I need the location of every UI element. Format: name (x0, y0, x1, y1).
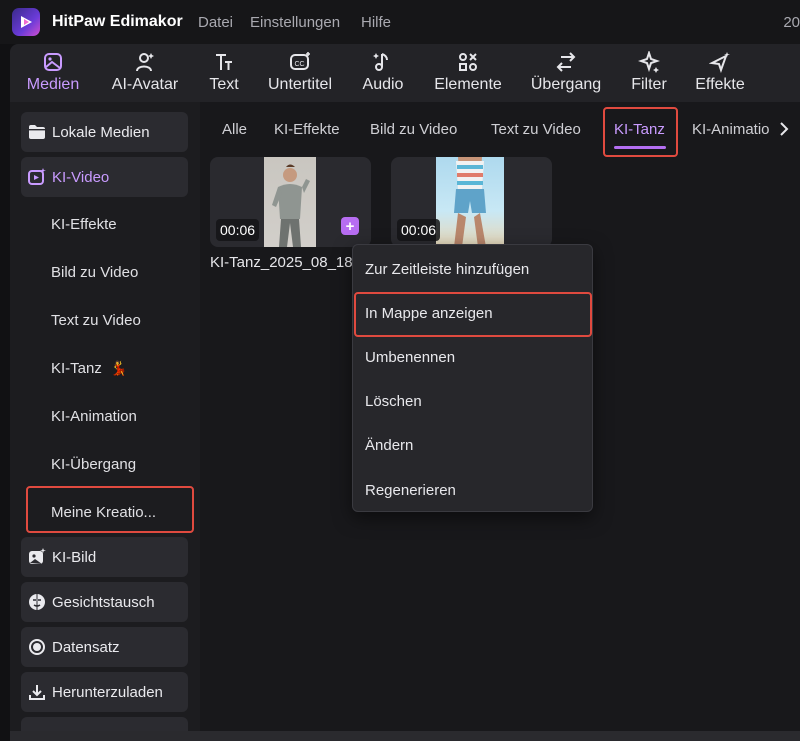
elements-icon (455, 50, 481, 74)
media-card-1[interactable]: 00:06 + (210, 157, 371, 247)
sidebar-item-label: Herunterzuladen (52, 683, 163, 701)
sidebar-sub-ki-tanz[interactable]: KI-Tanz 💃 (51, 360, 127, 377)
title-right-text: 20 (783, 14, 800, 31)
sidebar-sub-bild-zu-video[interactable]: Bild zu Video (51, 264, 138, 281)
menu-datei[interactable]: Datei (198, 14, 233, 31)
avatar-icon (132, 50, 158, 74)
filter-icon (636, 50, 662, 74)
tool-label: Elemente (434, 76, 502, 93)
dataset-icon (27, 637, 47, 657)
tab-ki-animation[interactable]: KI-Animatio (692, 121, 778, 138)
menu-item-add-to-timeline[interactable]: Zur Zeitleiste hinzufügen (365, 261, 529, 278)
tool-filter[interactable]: Filter (624, 44, 674, 102)
video-thumbnail (436, 157, 504, 247)
tab-bild-zu-video[interactable]: Bild zu Video (370, 121, 457, 138)
sidebar-sub-ki-uebergang[interactable]: KI-Übergang (51, 456, 136, 473)
sidebar-sub-ki-animation[interactable]: KI-Animation (51, 408, 137, 425)
sidebar-sub-label: KI-Tanz (51, 360, 102, 377)
sidebar: Lokale Medien KI-Video KI-Effekte Bild z… (10, 102, 200, 741)
highlight-ki-tanz-tab (603, 107, 678, 157)
face-swap-icon (27, 592, 47, 612)
tool-elemente[interactable]: Elemente (430, 44, 506, 102)
tool-text[interactable]: Text (202, 44, 246, 102)
sidebar-item-datensatz[interactable]: Datensatz (21, 627, 188, 667)
ai-image-icon (27, 547, 47, 567)
tab-ki-effekte[interactable]: KI-Effekte (274, 121, 340, 138)
add-icon[interactable]: + (341, 217, 359, 235)
download-icon (27, 682, 47, 702)
media-card-2[interactable]: 00:06 (391, 157, 552, 247)
sidebar-item-label: Lokale Medien (52, 123, 150, 141)
highlight-show-in-folder (354, 292, 592, 337)
folder-icon (27, 122, 47, 142)
tab-alle[interactable]: Alle (222, 121, 247, 138)
text-icon (211, 50, 237, 74)
tool-medien[interactable]: Medien (22, 44, 84, 102)
tool-ai-avatar[interactable]: AI-Avatar (104, 44, 186, 102)
sidebar-sub-ki-effekte[interactable]: KI-Effekte (51, 216, 117, 233)
sidebar-item-label: Datensatz (52, 638, 120, 656)
tool-label: Medien (26, 76, 80, 93)
audio-icon (370, 50, 396, 74)
tool-effekte[interactable]: Effekte (690, 44, 750, 102)
duration-badge: 00:06 (216, 219, 260, 241)
menu-item-delete[interactable]: Löschen (365, 393, 422, 410)
sidebar-item-gesichtstausch[interactable]: Gesichtstausch (21, 582, 188, 622)
highlight-meine-kreationen (26, 486, 194, 533)
sidebar-item-label: KI-Bild (52, 548, 97, 566)
transition-icon (553, 50, 579, 74)
tool-label: Filter (631, 76, 667, 93)
bottom-strip (10, 731, 800, 741)
sidebar-sub-text-zu-video[interactable]: Text zu Video (51, 312, 141, 329)
menu-einstellungen[interactable]: Einstellungen (250, 14, 340, 31)
main-toolbar: Medien AI-Avatar Text CC Untertitel Audi… (10, 44, 800, 102)
media-icon (40, 50, 66, 74)
sidebar-item-ki-bild[interactable]: KI-Bild (21, 537, 188, 577)
tool-label: AI-Avatar (111, 76, 179, 93)
app-logo (12, 8, 40, 36)
sidebar-item-local-media[interactable]: Lokale Medien (21, 112, 188, 152)
tool-untertitel[interactable]: CC Untertitel (262, 44, 338, 102)
tool-label: Text (209, 76, 239, 93)
dancer-emoji: 💃 (110, 360, 128, 376)
tool-audio[interactable]: Audio (358, 44, 408, 102)
chevron-right-icon[interactable] (778, 120, 790, 143)
tool-label: Untertitel (267, 76, 333, 93)
subtitle-icon: CC (287, 50, 313, 74)
tool-label: Effekte (695, 76, 745, 93)
tab-text-zu-video[interactable]: Text zu Video (491, 121, 581, 138)
tab-bar: Alle KI-Effekte Bild zu Video Text zu Vi… (200, 102, 800, 157)
effects-icon (707, 50, 733, 74)
menu-item-edit[interactable]: Ändern (365, 437, 413, 454)
app-title: HitPaw Edimakor (52, 13, 183, 30)
menu-item-regenerate[interactable]: Regenerieren (365, 482, 456, 499)
sidebar-item-ki-video[interactable]: KI-Video (21, 157, 188, 197)
menu-item-rename[interactable]: Umbenennen (365, 349, 455, 366)
title-bar: HitPaw Edimakor Datei Einstellungen Hilf… (0, 0, 800, 44)
tool-uebergang[interactable]: Übergang (526, 44, 606, 102)
sidebar-item-label: Gesichtstausch (52, 593, 155, 611)
svg-text:CC: CC (294, 61, 304, 68)
ai-video-icon (27, 167, 47, 187)
media-card-title: KI-Tanz_2025_08_18 (210, 254, 353, 271)
video-thumbnail (264, 157, 316, 247)
duration-badge: 00:06 (397, 219, 441, 241)
tool-label: Audio (362, 76, 404, 93)
menu-hilfe[interactable]: Hilfe (361, 14, 391, 31)
context-menu: Zur Zeitleiste hinzufügen In Mappe anzei… (352, 244, 593, 512)
sidebar-item-herunterzuladen[interactable]: Herunterzuladen (21, 672, 188, 712)
tool-label: Übergang (530, 76, 602, 93)
sidebar-item-label: KI-Video (52, 168, 110, 186)
